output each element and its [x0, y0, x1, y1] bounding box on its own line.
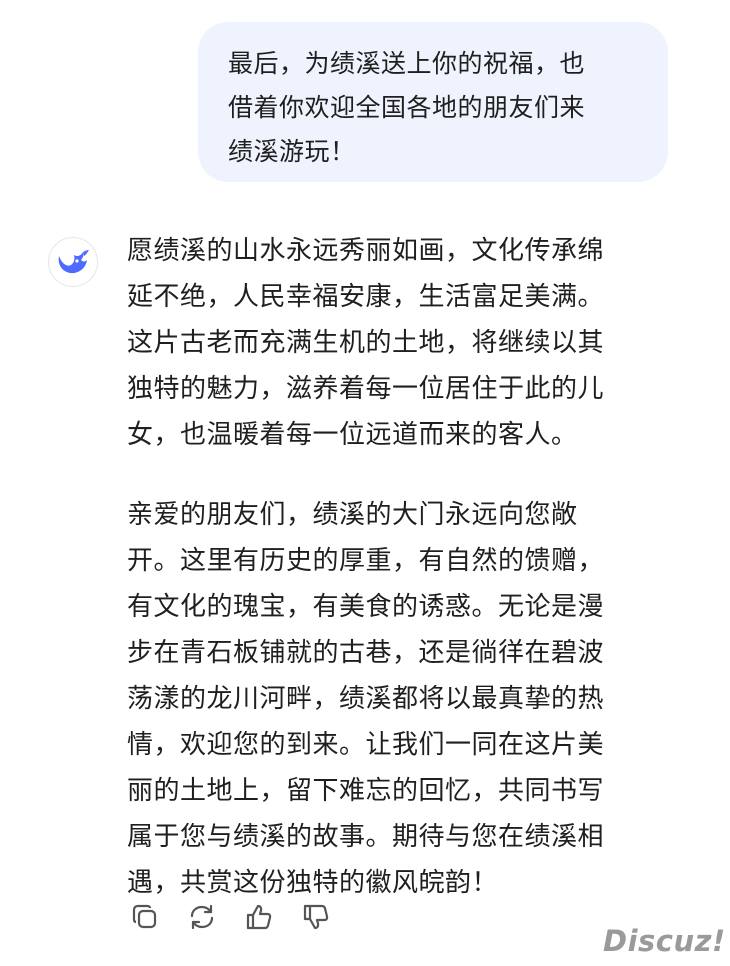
user-message-line: 绩溪游玩！: [228, 137, 356, 166]
reply-line: 独特的魅力，滋养着每一位居住于此的儿: [127, 374, 605, 404]
reply-line: 亲爱的朋友们，绩溪的大门永远向您敞: [127, 500, 578, 530]
reply-line: 情，欢迎您的到来。让我们一同在这片美: [127, 730, 605, 760]
assistant-reply: 愿绩溪的山水永远秀丽如画，文化传承绵 延不绝，人民幸福安康，生活富足美满。 这片…: [127, 228, 687, 906]
thumbs-up-button[interactable]: [241, 899, 277, 935]
reply-line: 这片古老而充满生机的土地，将继续以其: [127, 328, 605, 358]
whale-logo-icon: [58, 250, 89, 274]
thumbs-up-icon: [246, 904, 272, 930]
copy-icon: [132, 904, 157, 929]
message-actions: [127, 897, 355, 937]
reply-line: 有文化的瑰宝，有美食的诱惑。无论是漫: [127, 592, 605, 622]
reply-line: 丽的土地上，留下难忘的回忆，共同书写: [127, 776, 605, 806]
regenerate-icon: [190, 904, 214, 930]
copy-button[interactable]: [127, 899, 163, 935]
reply-line: 步在青石板铺就的古巷，还是徜徉在碧波: [127, 638, 605, 668]
reply-line: 属于您与绩溪的故事。期待与您在绩溪相: [127, 822, 605, 852]
thumbs-down-button[interactable]: [298, 899, 334, 935]
regenerate-button[interactable]: [184, 899, 220, 935]
user-message-line: 最后，为绩溪送上你的祝福，也: [228, 49, 586, 78]
user-message-bubble: 最后，为绩溪送上你的祝福，也 借着你欢迎全国各地的朋友们来 绩溪游玩！: [198, 22, 668, 182]
reply-line: 开。这里有历史的厚重，有自然的馈赠，: [127, 546, 605, 576]
reply-line: 女，也温暖着每一位远道而来的客人。: [127, 420, 578, 450]
reply-line: 延不绝，人民幸福安康，生活富足美满。: [127, 282, 605, 312]
assistant-avatar: [48, 237, 98, 287]
discuz-watermark: Discuz!: [603, 924, 726, 958]
reply-line: 愿绩溪的山水永远秀丽如画，文化传承绵: [127, 236, 605, 266]
thumbs-down-icon: [303, 904, 329, 930]
reply-line: 荡漾的龙川河畔，绩溪都将以最真挚的热: [127, 684, 605, 714]
user-message-line: 借着你欢迎全国各地的朋友们来: [228, 93, 586, 122]
